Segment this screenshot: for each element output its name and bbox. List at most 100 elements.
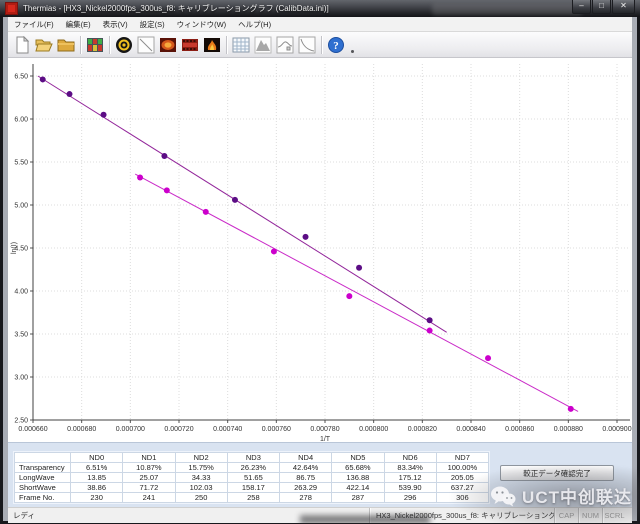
y-tick-label: 6.00	[14, 117, 28, 124]
thermal-image-icon	[159, 36, 177, 54]
table-header-cell: ND3	[227, 453, 279, 463]
menu-file[interactable]: ファイル(F)	[8, 17, 60, 31]
window-controls: – □ ✕	[571, 0, 635, 14]
status-scrl: SCRL	[602, 508, 626, 523]
calibration-table[interactable]: ND0ND1ND2ND3ND4ND5ND6ND7Transparency6.51…	[14, 452, 489, 503]
new-file-button[interactable]	[11, 34, 33, 56]
minimize-button[interactable]: –	[572, 0, 591, 14]
menu-help[interactable]: ヘルプ(H)	[232, 17, 277, 31]
histogram-icon	[254, 36, 272, 54]
table-row-label: LongWave	[15, 473, 71, 483]
fit-line-longwave	[135, 174, 578, 411]
table-cell: 6.51%	[71, 463, 123, 473]
titlebar: Thermias - [HX3_Nickel2000fps_300us_f8: …	[0, 0, 640, 17]
menu-edit[interactable]: 編集(E)	[60, 17, 97, 31]
target-button[interactable]	[113, 34, 135, 56]
open-folder-button[interactable]	[33, 34, 55, 56]
table-cell: 10.87%	[123, 463, 175, 473]
table-header-cell	[15, 453, 71, 463]
help-icon: ?	[327, 36, 345, 54]
table-cell: 296	[384, 493, 436, 503]
table-row: LongWave13.8525.0734.3351.6586.75136.881…	[15, 473, 489, 483]
blurred-region	[432, 3, 582, 15]
y-tick-label: 3.00	[14, 375, 28, 382]
new-file-icon	[13, 36, 31, 54]
table-cell: 287	[332, 493, 384, 503]
sensor-grid-button[interactable]	[84, 34, 106, 56]
close-button[interactable]: ✕	[612, 0, 635, 14]
table-cell: 136.88	[332, 473, 384, 483]
table-header-cell: ND6	[384, 453, 436, 463]
table-row: ShortWave38.8671.72102.03158.17263.29422…	[15, 483, 489, 493]
table-header-cell: ND7	[436, 453, 488, 463]
data-grid-icon	[232, 36, 250, 54]
table-row: Transparency6.51%10.87%15.75%26.23%42.64…	[15, 463, 489, 473]
table-cell: 83.34%	[384, 463, 436, 473]
table-cell: 539.90	[384, 483, 436, 493]
table-cell: 13.85	[71, 473, 123, 483]
maximize-button[interactable]: □	[592, 0, 611, 14]
table-cell: 158.17	[227, 483, 279, 493]
table-cell: 65.68%	[332, 463, 384, 473]
table-cell: 34.33	[175, 473, 227, 483]
x-tick-label: 0.000900	[602, 426, 631, 433]
data-point-longwave	[568, 406, 574, 412]
x-tick-label: 0.000780	[310, 426, 339, 433]
toolbar-separator	[80, 36, 81, 54]
y-tick-label: 3.50	[14, 332, 28, 339]
decay-curve-icon	[298, 36, 316, 54]
data-point-longwave	[271, 248, 277, 254]
save-folder-button[interactable]	[55, 34, 77, 56]
line-graph-button[interactable]	[135, 34, 157, 56]
svg-text:?: ?	[333, 40, 339, 52]
profile-curve-button[interactable]	[274, 34, 296, 56]
status-num: NUM	[578, 508, 602, 523]
thermal-image-button[interactable]	[157, 34, 179, 56]
help-button[interactable]: ?	[325, 34, 347, 56]
data-point-shortwave	[427, 317, 433, 323]
toolbar-separator	[321, 36, 322, 54]
table-cell: 26.23%	[227, 463, 279, 473]
chart-svg: 0.0006600.0006800.0007000.0007200.000740…	[8, 58, 632, 442]
toolbar: ?	[8, 32, 632, 58]
table-header-cell: ND0	[71, 453, 123, 463]
y-tick-label: 5.00	[14, 203, 28, 210]
x-tick-label: 0.000740	[213, 426, 242, 433]
window-frame: ファイル(F) 編集(E) 表示(V) 設定(S) ウィンドウ(W) ヘルプ(H…	[3, 17, 637, 521]
table-header-cell: ND4	[280, 453, 332, 463]
data-point-longwave	[203, 209, 209, 215]
table-header-cell: ND2	[175, 453, 227, 463]
table-cell: 42.64%	[280, 463, 332, 473]
y-tick-label: 6.50	[14, 74, 28, 81]
status-document: HX3_Nickel2000fps_300us_f8: キャリブレーショングラフ	[369, 508, 554, 523]
menu-view[interactable]: 表示(V)	[97, 17, 134, 31]
data-point-longwave	[164, 187, 170, 193]
table-cell: 102.03	[175, 483, 227, 493]
closed-folder-icon	[57, 36, 75, 54]
confirm-button[interactable]: 較正データ確認完了	[500, 465, 614, 481]
thermal-view-icon	[203, 36, 221, 54]
table-cell: 71.72	[123, 483, 175, 493]
toolbar-overflow-dot[interactable]	[351, 50, 354, 53]
filmstrip-button[interactable]	[179, 34, 201, 56]
table-cell: 278	[280, 493, 332, 503]
table-cell: 15.75%	[175, 463, 227, 473]
thermal-view-button[interactable]	[201, 34, 223, 56]
status-cap: CAP	[554, 508, 578, 523]
x-tick-label: 0.000860	[505, 426, 534, 433]
table-cell: 25.07	[123, 473, 175, 483]
table-cell: 38.86	[71, 483, 123, 493]
table-row: Frame No.230241250258278287296306	[15, 493, 489, 503]
data-grid-button[interactable]	[230, 34, 252, 56]
data-point-longwave	[346, 293, 352, 299]
x-tick-label: 0.000800	[359, 426, 388, 433]
target-icon	[115, 36, 133, 54]
data-point-shortwave	[101, 112, 107, 118]
histogram-button[interactable]	[252, 34, 274, 56]
status-message: レディ	[8, 510, 369, 521]
x-tick-label: 0.000840	[456, 426, 485, 433]
decay-curve-button[interactable]	[296, 34, 318, 56]
menu-window[interactable]: ウィンドウ(W)	[171, 17, 233, 31]
profile-curve-icon	[276, 36, 294, 54]
menu-settings[interactable]: 設定(S)	[134, 17, 171, 31]
